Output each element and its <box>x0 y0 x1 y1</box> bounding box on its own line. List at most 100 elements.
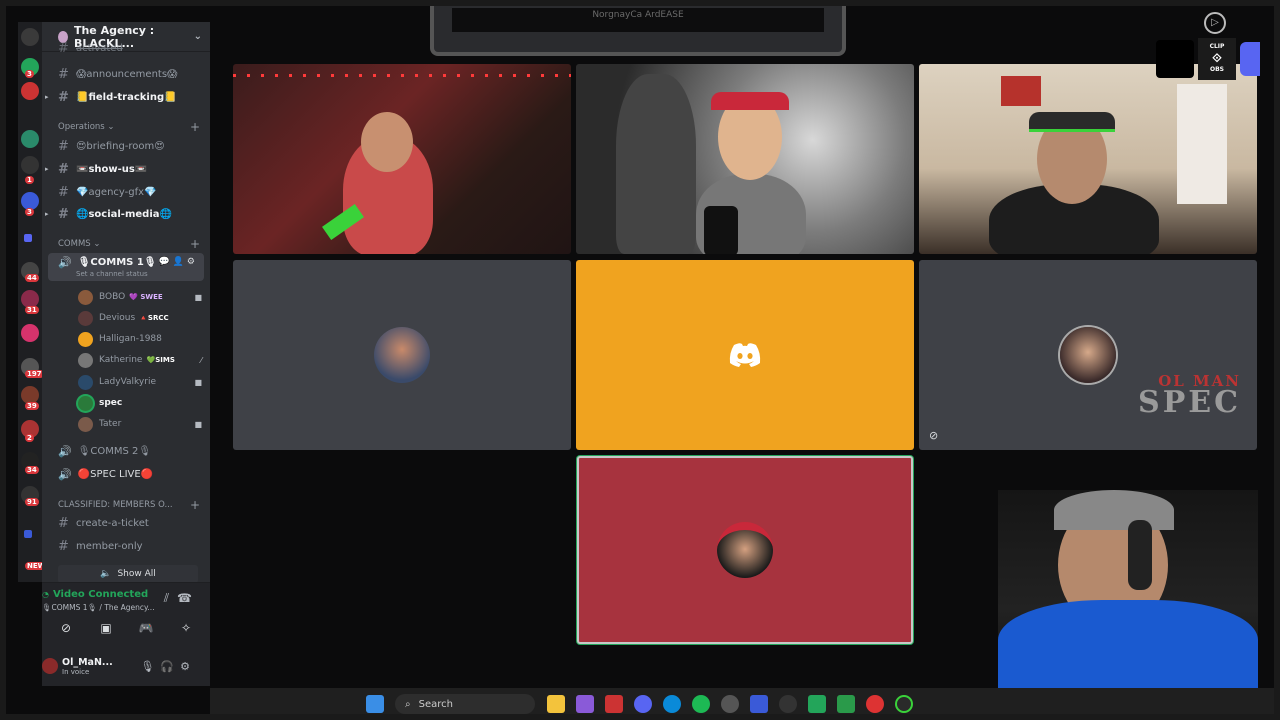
taskbar-search[interactable]: ⌕ Search <box>395 694 535 714</box>
video-tile-camera[interactable] <box>576 64 914 254</box>
voice-member[interactable]: spec <box>78 393 202 413</box>
server-rail: 3 1 3 44 31 197 39 2 34 91 NEW <box>18 22 48 582</box>
user-avatar <box>1060 327 1116 383</box>
channel-social-media[interactable]: ▸ # 🌐social-media🌐 <box>45 204 204 224</box>
hash-icon: # <box>58 161 69 177</box>
video-tile-avatar-speaking[interactable] <box>577 456 913 644</box>
server-icon[interactable] <box>21 130 39 148</box>
noise-suppression-icon[interactable]: ⫽ <box>164 591 177 605</box>
edge-icon[interactable] <box>663 695 681 713</box>
show-all-button[interactable]: 🔈 Show All <box>58 565 198 583</box>
connection-location[interactable]: 🎙COMMS 1🎙 / The Agency... <box>42 603 155 612</box>
file-explorer-icon[interactable] <box>547 695 565 713</box>
video-icon: ■ <box>194 377 202 387</box>
hash-icon: # <box>58 66 69 82</box>
video-tile-avatar[interactable] <box>576 260 914 450</box>
video-tile-avatar[interactable]: OL MAN SPEC ⊘ <box>919 260 1257 450</box>
hash-icon: # <box>58 538 69 554</box>
channel-announcements[interactable]: # 😱announcements😱 <box>48 64 204 84</box>
activity-button[interactable]: 🎮 <box>130 617 162 639</box>
video-tile-camera[interactable] <box>919 64 1257 254</box>
folder-icon[interactable] <box>24 530 32 538</box>
connection-status: ◔ Video Connected <box>42 589 149 600</box>
category-operations[interactable]: Operations ⌄ + <box>58 120 200 134</box>
channel-create-a-ticket[interactable]: # create-a-ticket <box>48 513 204 533</box>
user-panel: Ol_MaN... In voice 🎙🎧⚙ <box>42 646 210 686</box>
streamer-webcam <box>998 490 1258 690</box>
microphone-icon[interactable]: 🎙 <box>140 660 160 673</box>
spec-logo: OL MAN SPEC <box>1138 372 1241 420</box>
avatar <box>78 395 93 411</box>
video-icon: ■ <box>194 292 202 302</box>
server-icon[interactable] <box>21 324 39 342</box>
voice-channel-spec-live[interactable]: 🔊 🔴SPEC LIVE🔴 <box>48 464 204 484</box>
obs-preview <box>1156 40 1194 78</box>
avatar <box>78 374 93 390</box>
channel-briefing-room[interactable]: # 😍briefing-room😍 <box>48 136 204 156</box>
screen-share-button[interactable]: ▣ <box>90 617 122 639</box>
user-avatar <box>374 327 430 383</box>
hash-icon: # <box>58 515 69 531</box>
avatar <box>78 352 93 368</box>
voice-channel-comms2[interactable]: 🔊 🎙COMMS 2🎙 <box>48 441 204 461</box>
channel-field-tracking[interactable]: ▸ # 📒field-tracking📒 <box>45 87 204 107</box>
channel-member-only[interactable]: # member-only <box>48 536 204 556</box>
home-icon[interactable] <box>21 28 39 46</box>
app-icon[interactable] <box>866 695 884 713</box>
app-icon[interactable] <box>605 695 623 713</box>
server-icon[interactable] <box>21 156 39 174</box>
soundboard-button[interactable]: ✧ <box>170 617 202 639</box>
deafen-icon: ⁄ <box>200 355 202 365</box>
user-status: In voice <box>62 667 90 676</box>
video-tile-avatar[interactable] <box>233 260 571 450</box>
category-classified[interactable]: CLASSIFIED: MEMBERS O... + <box>58 498 200 512</box>
app-icon[interactable] <box>750 695 768 713</box>
hash-icon: # <box>58 206 69 222</box>
channel-status[interactable]: Set a channel status <box>76 270 148 278</box>
user-avatar <box>717 522 773 578</box>
plus-icon[interactable]: + <box>190 498 200 512</box>
chevron-down-icon[interactable]: ⌄ <box>194 31 202 42</box>
obs-controls[interactable]: CLIP ⟐ OBS <box>1198 38 1236 80</box>
gear-icon[interactable]: ⚙ <box>180 660 196 673</box>
voice-member[interactable]: LadyValkyrie ■ <box>78 372 202 392</box>
hash-icon: # <box>58 184 69 200</box>
avatar[interactable] <box>42 658 58 674</box>
search-icon: ⌕ <box>405 698 411 710</box>
voice-member[interactable]: BOBO 💜 SWEE ■ <box>78 287 202 307</box>
video-icon: ■ <box>194 419 202 429</box>
server-icon[interactable] <box>21 82 39 100</box>
voice-member[interactable]: Tater ■ <box>78 414 202 434</box>
voice-channel-comms1[interactable]: 🔊 🎙COMMS 1🎙 Set a channel status 💬👤⚙ <box>48 253 204 281</box>
windows-start-icon[interactable] <box>366 695 384 713</box>
speaker-icon: 🔊 <box>58 256 72 269</box>
headphones-icon[interactable]: 🎧 <box>160 660 180 673</box>
folder-icon[interactable] <box>24 234 32 242</box>
category-comms[interactable]: COMMS ⌄ + <box>58 237 200 251</box>
floating-window: NorgnayCa ArdEASE <box>430 0 846 56</box>
camera-off-button[interactable]: ⊘ <box>50 617 82 639</box>
app-icon[interactable] <box>779 695 797 713</box>
disconnect-icon[interactable]: ☎ <box>177 591 200 605</box>
channel-show-us[interactable]: ▸ # 📼show-us📼 <box>45 159 204 179</box>
xbox-icon[interactable] <box>808 695 826 713</box>
discord-icon[interactable] <box>634 695 652 713</box>
app-icon[interactable] <box>721 695 739 713</box>
muted-icon: ⊘ <box>929 429 939 442</box>
voice-member[interactable]: Devious 🔺SRCC <box>78 308 202 328</box>
channel-partial[interactable]: # activated <box>48 41 204 56</box>
plus-icon[interactable]: + <box>190 237 200 251</box>
user-name[interactable]: Ol_MaN... <box>62 657 113 668</box>
app-icon[interactable] <box>576 695 594 713</box>
voice-member[interactable]: Katherine 💚SIMS ⁄ <box>78 350 202 370</box>
discord-overlay-tab[interactable] <box>1240 42 1260 76</box>
video-tile-camera[interactable] <box>233 64 571 254</box>
app-icon[interactable] <box>895 695 913 713</box>
spotify-icon[interactable] <box>692 695 710 713</box>
app-icon[interactable] <box>837 695 855 713</box>
channel-agency-gfx[interactable]: # 💎agency-gfx💎 <box>48 182 204 202</box>
voice-member[interactable]: Halligan-1988 <box>78 329 202 349</box>
channel-tools[interactable]: 💬👤⚙ <box>159 257 198 267</box>
plus-icon[interactable]: + <box>190 120 200 134</box>
clip-icon[interactable]: ▷ <box>1204 12 1226 34</box>
